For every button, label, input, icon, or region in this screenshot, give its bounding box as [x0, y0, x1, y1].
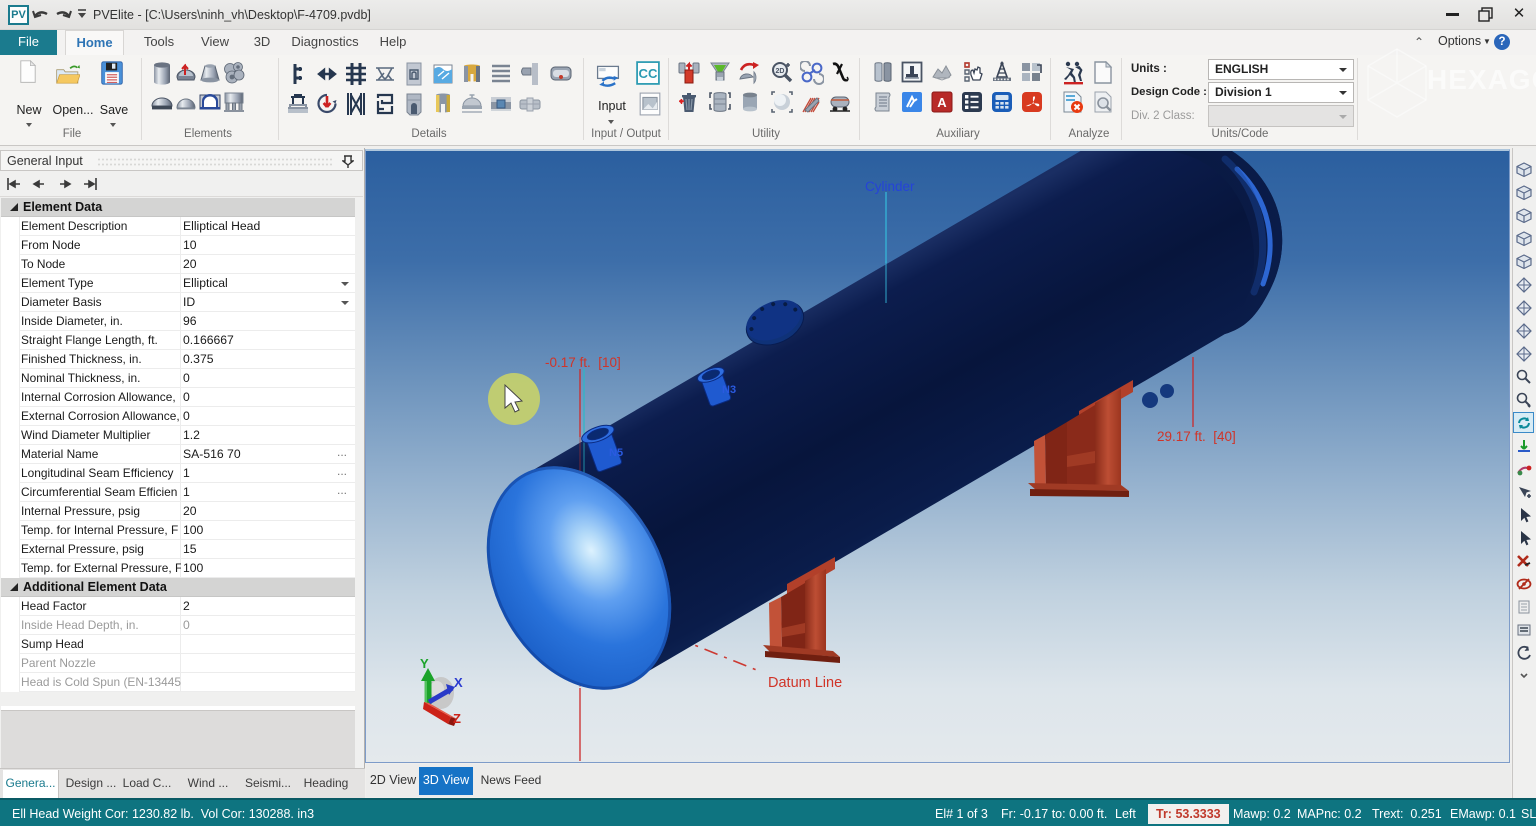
svg-text:X: X [454, 675, 463, 690]
svg-text:N3: N3 [722, 384, 736, 396]
svg-text:N5: N5 [609, 447, 623, 459]
svg-text:Datum Line: Datum Line [768, 675, 842, 691]
svg-text:Z: Z [453, 711, 461, 726]
svg-text:29.17 ft. [40]: 29.17 ft. [40] [1157, 429, 1236, 444]
svg-text:Cylinder: Cylinder [865, 179, 915, 194]
svg-text:2D: 2D [776, 68, 785, 75]
svg-text:CC: CC [639, 66, 658, 81]
svg-text:Y: Y [420, 656, 429, 671]
svg-text:-0.17 ft. [10]: -0.17 ft. [10] [545, 355, 621, 370]
svg-text:A: A [937, 95, 947, 110]
